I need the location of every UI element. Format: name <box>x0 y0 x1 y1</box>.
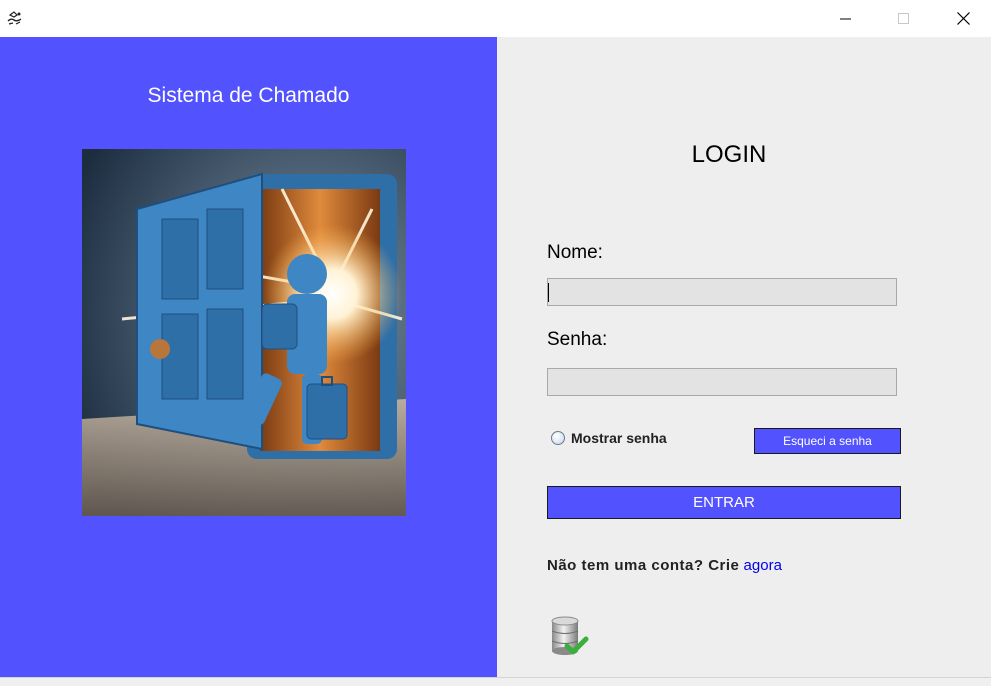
text-cursor <box>548 283 549 302</box>
maximize-icon <box>898 12 909 24</box>
login-title: LOGIN <box>691 141 767 168</box>
signup-link[interactable]: agora <box>744 557 782 574</box>
name-input[interactable] <box>547 278 897 306</box>
login-panel: LOGIN Nome: Senha: Mostrar senha Esqueci… <box>497 37 991 677</box>
minimize-icon <box>840 18 851 19</box>
brand-panel: Sistema de Chamado <box>0 37 497 677</box>
show-password-radio[interactable] <box>551 431 565 445</box>
password-input[interactable] <box>547 368 897 396</box>
close-icon <box>956 12 970 25</box>
password-label: Senha: <box>547 329 608 350</box>
minimize-button[interactable] <box>823 0 869 37</box>
signup-prompt: Não tem uma conta? Crie agora <box>547 557 782 574</box>
door-illustration <box>82 149 406 516</box>
signup-text: Não tem uma conta? Crie <box>547 557 740 574</box>
database-check-icon <box>551 616 589 655</box>
enter-button[interactable]: ENTRAR <box>547 486 901 519</box>
close-button[interactable] <box>940 0 986 37</box>
app-icon <box>7 11 22 25</box>
title-bar <box>0 0 991 37</box>
show-password-label: Mostrar senha <box>571 430 667 446</box>
app-title: Sistema de Chamado <box>147 84 350 107</box>
name-label: Nome: <box>547 242 603 263</box>
forgot-password-button[interactable]: Esqueci a senha <box>754 428 901 454</box>
show-password-toggle[interactable]: Mostrar senha <box>551 430 667 446</box>
maximize-button[interactable] <box>881 0 927 37</box>
